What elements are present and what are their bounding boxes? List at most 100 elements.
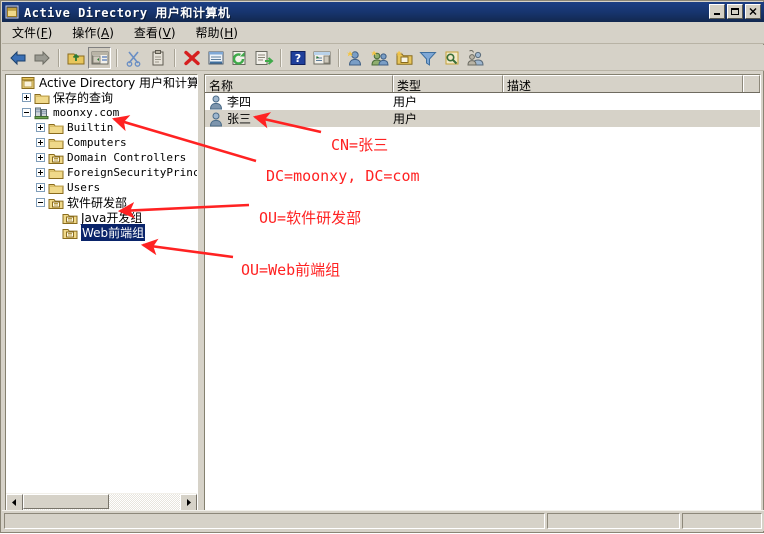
tree-expander-placeholder bbox=[50, 213, 59, 222]
up-one-level-icon[interactable] bbox=[64, 47, 87, 69]
status-pane-second bbox=[547, 513, 680, 529]
expand-plus-icon[interactable] bbox=[36, 123, 45, 132]
menu-file[interactable]: 文件(F) bbox=[2, 22, 62, 43]
paste-icon[interactable] bbox=[146, 47, 169, 69]
console-root-icon bbox=[20, 76, 36, 90]
list-column-headers: 名称 类型 描述 bbox=[205, 75, 760, 93]
folder-icon bbox=[48, 181, 64, 195]
cell-name-text: 张三 bbox=[227, 112, 252, 126]
tree-node-builtin[interactable]: Builtin bbox=[6, 120, 197, 135]
new-user-icon[interactable] bbox=[344, 47, 367, 69]
tree-node-label: Domain Controllers bbox=[67, 151, 187, 164]
column-header-name[interactable]: 名称 bbox=[205, 75, 393, 92]
window-title: Active Directory 用户和计算机 bbox=[24, 5, 231, 20]
tree-node-domain-controllers[interactable]: Domain Controllers bbox=[6, 150, 197, 165]
close-button[interactable] bbox=[745, 4, 761, 19]
refresh-icon[interactable] bbox=[228, 47, 251, 69]
cell-type: 用户 bbox=[393, 95, 418, 109]
tree-node-label: Builtin bbox=[67, 121, 114, 134]
show-hide-action-pane-icon[interactable] bbox=[310, 47, 333, 69]
properties-icon[interactable] bbox=[204, 47, 227, 69]
ou-icon bbox=[62, 211, 78, 225]
new-ou-icon[interactable] bbox=[392, 47, 415, 69]
cell-name: 张三 bbox=[205, 110, 393, 127]
back-icon[interactable] bbox=[6, 47, 29, 69]
scroll-left-arrow[interactable] bbox=[6, 494, 23, 510]
tree-horizontal-scrollbar[interactable] bbox=[6, 493, 197, 510]
scroll-track[interactable] bbox=[23, 494, 180, 510]
folder-icon bbox=[34, 91, 50, 105]
expand-plus-icon[interactable] bbox=[36, 153, 45, 162]
expand-plus-icon[interactable] bbox=[22, 93, 31, 102]
menu-help[interactable]: 帮助(H) bbox=[186, 22, 248, 43]
tree-node-foreign-security-principals[interactable]: ForeignSecurityPrincipals bbox=[6, 165, 197, 180]
collapse-minus-icon[interactable] bbox=[22, 108, 31, 117]
tree-expander-placeholder bbox=[50, 228, 59, 237]
domain-icon bbox=[34, 106, 50, 120]
collapse-minus-icon[interactable] bbox=[36, 198, 45, 207]
folder-icon bbox=[48, 121, 64, 135]
ou-icon bbox=[48, 196, 64, 210]
window-controls bbox=[709, 4, 761, 19]
tree-node-label: moonxy.com bbox=[53, 106, 120, 119]
tree-node-java-kaifazu[interactable]: Java开发组 bbox=[6, 210, 197, 225]
annotation-cn-zhangsan: CN=张三 bbox=[331, 136, 389, 154]
ou-icon bbox=[62, 226, 78, 240]
scroll-right-arrow[interactable] bbox=[180, 494, 197, 510]
tree-node-web-qianduanzu[interactable]: Web前端组 bbox=[6, 223, 197, 242]
tree-node-label: 保存的查询 bbox=[53, 91, 114, 105]
filter-icon[interactable] bbox=[416, 47, 439, 69]
annotation-dc-moonxy: DC=moonxy, DC=com bbox=[266, 167, 420, 185]
export-list-icon[interactable] bbox=[252, 47, 275, 69]
toolbar-separator bbox=[280, 48, 282, 67]
toolbar: ? bbox=[2, 45, 764, 71]
toolbar-separator bbox=[338, 48, 340, 67]
status-pane-main bbox=[4, 513, 545, 529]
list-body: 李四 用户 张三 用户 bbox=[205, 93, 760, 127]
expand-plus-icon[interactable] bbox=[36, 168, 45, 177]
user-icon bbox=[208, 111, 224, 127]
scroll-thumb[interactable] bbox=[23, 494, 109, 509]
results-pane: 名称 类型 描述 李四 用户 张三 用户 bbox=[204, 74, 761, 511]
console-folder-icon bbox=[5, 5, 19, 19]
cut-icon[interactable] bbox=[122, 47, 145, 69]
status-pane-third bbox=[682, 513, 762, 529]
tree-expander-placeholder bbox=[8, 78, 17, 87]
find-icon[interactable] bbox=[440, 47, 463, 69]
show-hide-console-tree-icon[interactable] bbox=[88, 46, 111, 69]
forward-icon[interactable] bbox=[30, 47, 53, 69]
status-bar bbox=[2, 510, 764, 531]
tree-node-label: Users bbox=[67, 181, 101, 194]
tree-node-ruanjian-yanfabu[interactable]: 软件研发部 bbox=[6, 195, 197, 210]
column-header-description[interactable]: 描述 bbox=[503, 75, 743, 92]
toolbar-separator bbox=[174, 48, 176, 67]
table-row[interactable]: 李四 用户 bbox=[205, 93, 760, 110]
saved-query-icon[interactable] bbox=[464, 47, 487, 69]
help-icon[interactable]: ? bbox=[286, 47, 309, 69]
toolbar-separator bbox=[58, 48, 60, 67]
column-header-type[interactable]: 类型 bbox=[393, 75, 503, 92]
new-group-icon[interactable] bbox=[368, 47, 391, 69]
tree-node-domain[interactable]: moonxy.com bbox=[6, 105, 197, 120]
table-row[interactable]: 张三 用户 bbox=[205, 110, 760, 127]
ou-icon bbox=[48, 151, 64, 165]
svg-text:?: ? bbox=[294, 52, 300, 65]
tree-node-label: Computers bbox=[67, 136, 127, 149]
menu-bar: 文件(F) 操作(A) 查看(V) 帮助(H) bbox=[2, 22, 764, 44]
maximize-button[interactable] bbox=[727, 4, 743, 19]
minimize-button[interactable] bbox=[709, 4, 725, 19]
tree-node-saved-queries[interactable]: 保存的查询 bbox=[6, 90, 197, 105]
menu-action[interactable]: 操作(A) bbox=[62, 22, 124, 43]
tree-node-computers[interactable]: Computers bbox=[6, 135, 197, 150]
tree-node-root[interactable]: Active Directory 用户和计算机 bbox=[6, 75, 197, 90]
console-tree-pane: Active Directory 用户和计算机 保存的查询 moonxy.com Bu… bbox=[5, 74, 198, 511]
toolbar-separator bbox=[116, 48, 118, 67]
tree-node-users[interactable]: Users bbox=[6, 180, 197, 195]
delete-icon[interactable] bbox=[180, 47, 203, 69]
expand-plus-icon[interactable] bbox=[36, 138, 45, 147]
cell-name-text: 李四 bbox=[227, 95, 252, 109]
expand-plus-icon[interactable] bbox=[36, 183, 45, 192]
ad-users-and-computers-window: Active Directory 用户和计算机 文件(F) 操作(A) 查看(V… bbox=[0, 0, 764, 533]
console-tree[interactable]: Active Directory 用户和计算机 保存的查询 moonxy.com Bu… bbox=[6, 75, 197, 493]
menu-view[interactable]: 查看(V) bbox=[124, 22, 186, 43]
